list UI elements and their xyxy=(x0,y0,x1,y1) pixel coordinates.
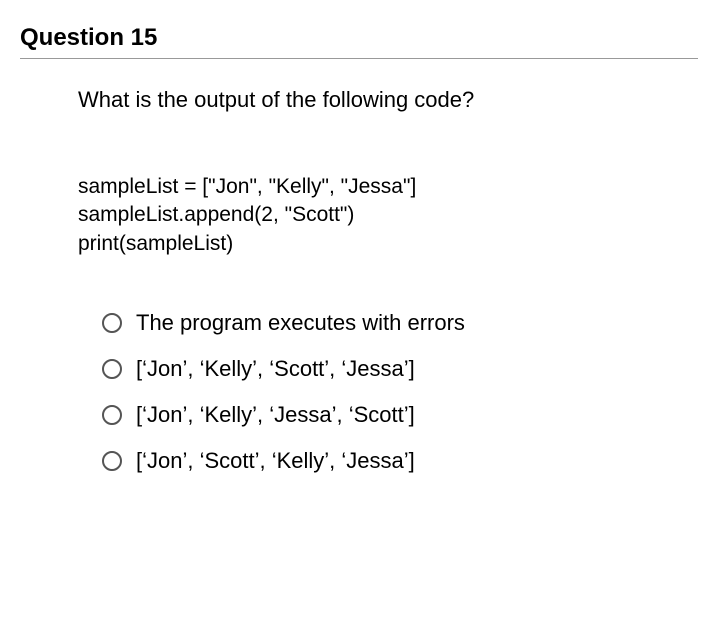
option-label: [‘Jon’, ‘Kelly’, ‘Scott’, ‘Jessa’] xyxy=(136,356,415,382)
radio-icon xyxy=(102,405,122,425)
option-1[interactable]: The program executes with errors xyxy=(102,310,698,336)
option-label: The program executes with errors xyxy=(136,310,465,336)
question-header: Question 15 xyxy=(20,24,698,59)
option-4[interactable]: [‘Jon’, ‘Scott’, ‘Kelly’, ‘Jessa’] xyxy=(102,448,698,474)
options-list: The program executes with errors [‘Jon’,… xyxy=(78,310,698,474)
option-2[interactable]: [‘Jon’, ‘Kelly’, ‘Scott’, ‘Jessa’] xyxy=(102,356,698,382)
radio-icon xyxy=(102,359,122,379)
question-content: What is the output of the following code… xyxy=(20,87,698,474)
option-3[interactable]: [‘Jon’, ‘Kelly’, ‘Jessa’, ‘Scott’] xyxy=(102,402,698,428)
radio-icon xyxy=(102,451,122,471)
radio-icon xyxy=(102,313,122,333)
option-label: [‘Jon’, ‘Kelly’, ‘Jessa’, ‘Scott’] xyxy=(136,402,415,428)
option-label: [‘Jon’, ‘Scott’, ‘Kelly’, ‘Jessa’] xyxy=(136,448,415,474)
code-block: sampleList = ["Jon", "Kelly", "Jessa"] s… xyxy=(78,173,698,258)
question-text: What is the output of the following code… xyxy=(78,87,698,113)
